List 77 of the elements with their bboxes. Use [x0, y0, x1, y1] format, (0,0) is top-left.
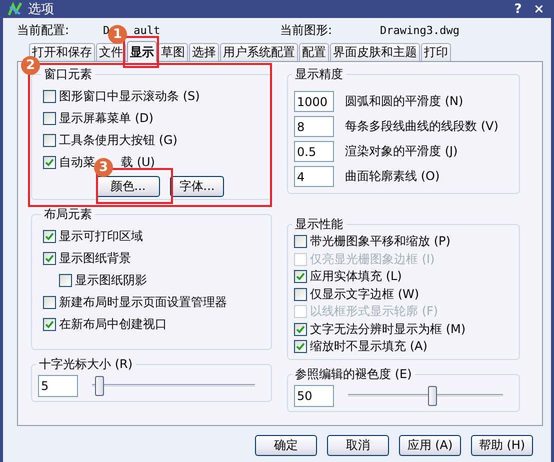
apply-button[interactable]: 应用 (A) — [399, 435, 461, 456]
checkmark-icon — [45, 320, 54, 328]
checkbox-label: 带光栅图象平移和缩放 (P) — [310, 233, 450, 250]
checkbox[interactable] — [43, 318, 56, 330]
group-title: 显示精度 — [294, 66, 344, 83]
checkmark-icon — [45, 254, 54, 262]
checkbox-label: 仅显示文字边框 (W) — [310, 286, 420, 303]
checkbox-label: 显示图纸阴影 — [75, 272, 147, 288]
checkmark-icon — [45, 158, 54, 166]
group-title: 窗口元素 — [43, 66, 93, 83]
checkbox-label: 文字无法分辨时显示为框 (M) — [310, 320, 466, 338]
help-button[interactable]: 帮助 (H) — [471, 435, 533, 456]
checkbox[interactable] — [43, 252, 56, 264]
tab[interactable]: 用户系统配置 — [220, 43, 298, 61]
number-field[interactable]: 0.5 — [294, 141, 334, 162]
checkbox-label: 自动菜 — [59, 154, 95, 170]
cancel-button[interactable]: 取消 — [327, 435, 389, 456]
tab[interactable]: 显示 — [127, 41, 157, 62]
tab[interactable]: 文件 — [96, 43, 126, 61]
checkbox[interactable] — [43, 230, 56, 242]
group-title: 参照编辑的褪色度 (E) — [294, 366, 413, 383]
app-icon — [7, 1, 23, 17]
profile-name: D — [103, 24, 110, 37]
drawing-name: Drawing3.dwg — [380, 24, 460, 36]
number-field[interactable]: 1000 — [294, 91, 334, 112]
window-title: 选项 — [28, 1, 55, 18]
checkbox-label: 显示图纸背景 — [59, 250, 131, 266]
checkbox-label: 缩放时不显示填充 (A) — [310, 338, 428, 356]
tab[interactable]: 界面皮肤和主题 — [330, 43, 420, 61]
field-label: 当前图形: — [280, 22, 334, 38]
group-title: 布局元素 — [43, 206, 93, 223]
color-button[interactable]: 颜色... — [96, 176, 160, 197]
checkbox-label: 工具条使用大按钮 (G) — [59, 132, 178, 148]
checkbox-label: 载 (U) — [121, 154, 155, 170]
checkbox[interactable] — [43, 156, 56, 168]
slider-thumb[interactable] — [428, 386, 438, 406]
field-label: 圆弧和圆的平滑度 (N) — [345, 93, 464, 110]
checkbox-label: 图形窗口中显示滚动条 (S) — [59, 88, 200, 104]
checkbox[interactable] — [59, 274, 72, 286]
field-label: 每条多段线曲线的线段数 (V) — [345, 118, 498, 135]
checkbox-label: 仅亮显光栅图象边框 (I) — [310, 250, 435, 268]
close-button[interactable]: × — [531, 2, 547, 16]
tab[interactable]: 打印 — [421, 43, 451, 61]
tab[interactable]: 配置 — [299, 43, 329, 61]
field-label: 渲染对象的平滑度 (J) — [345, 143, 458, 160]
checkbox[interactable] — [43, 90, 56, 102]
checkbox[interactable] — [43, 134, 56, 146]
number-field[interactable]: 50 — [294, 385, 334, 407]
checkbox-label: 在新布局中创建视口 — [59, 316, 167, 332]
checkbox[interactable] — [43, 296, 56, 308]
tab[interactable]: 草图 — [158, 43, 188, 61]
checkbox[interactable] — [294, 235, 307, 248]
checkbox[interactable] — [294, 270, 307, 284]
help-button[interactable]: ? — [510, 2, 526, 16]
checkbox-label: 以线框形式显示轮廓 (F) — [310, 303, 438, 320]
checkmark-icon — [296, 272, 305, 282]
checkbox-label: 显示屏幕菜单 (D) — [59, 110, 154, 126]
field-label: 曲面轮廓素线 (O) — [345, 168, 440, 185]
slider-thumb[interactable] — [95, 376, 104, 396]
tab[interactable]: 选择 — [189, 43, 219, 61]
group-title: 显示性能 — [294, 216, 344, 233]
checkbox[interactable] — [294, 288, 307, 301]
group-title: 十字光标大小 (R) — [38, 356, 134, 373]
field-label: 当前配置: — [17, 22, 70, 38]
checkbox[interactable] — [43, 112, 56, 124]
checkmark-icon — [45, 232, 54, 240]
number-field[interactable]: 5 — [38, 375, 78, 397]
checkbox-label: 新建布局时显示页面设置管理器 — [59, 294, 227, 310]
number-field[interactable]: 4 — [294, 166, 334, 187]
checkbox-label: 显示可打印区域 — [59, 228, 143, 244]
checkbox[interactable] — [294, 340, 307, 354]
checkbox[interactable] — [294, 322, 307, 336]
ok-button[interactable]: 确定 — [255, 435, 317, 456]
number-field[interactable]: 8 — [294, 116, 334, 137]
profile-name: ault — [134, 24, 160, 37]
checkbox-label: 应用实体填充 (L) — [310, 268, 402, 286]
font-button[interactable]: 字体... — [170, 176, 224, 197]
